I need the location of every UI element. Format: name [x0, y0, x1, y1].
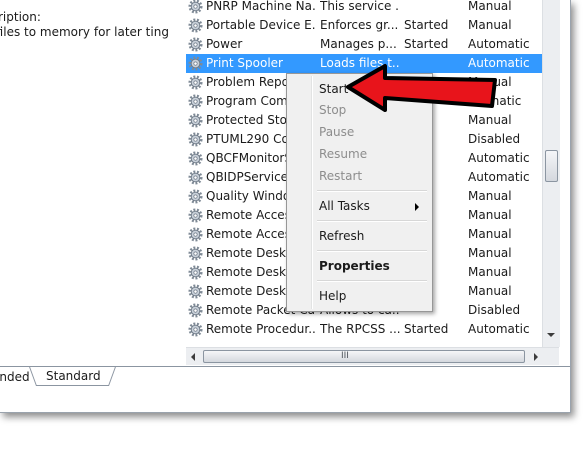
service-description: The RPCSS ...: [320, 322, 400, 336]
service-name: Power: [206, 37, 243, 51]
menu-item-all-tasks[interactable]: All Tasks: [319, 196, 427, 216]
service-startup-type: Manual: [468, 189, 512, 203]
service-startup-type: Manual: [468, 208, 512, 222]
service-row[interactable]: PNRP Machine Na... This service ... Manual: [186, 0, 542, 16]
services-window: ription: ds files to memory for later ti…: [0, 0, 571, 413]
service-startup-type: Automatic: [468, 322, 530, 336]
service-name: Remote Procedur...: [206, 322, 316, 336]
service-status: Started: [404, 18, 449, 32]
service-startup-type: Automatic: [468, 151, 530, 165]
service-startup-type: Disabled: [468, 303, 521, 317]
gear-icon: [188, 37, 203, 52]
menu-item-stop: Stop: [319, 103, 347, 117]
service-startup-type: Manual: [468, 246, 512, 260]
scroll-right-arrow-icon[interactable]: [534, 353, 538, 361]
context-menu: Start Stop Pause Resume Restart All Task…: [286, 73, 433, 312]
menu-item-refresh[interactable]: Refresh: [319, 226, 427, 246]
scroll-down-arrow-icon[interactable]: [547, 333, 555, 337]
view-tabs: ended Standard: [0, 366, 570, 412]
scrollbar-grip: III: [341, 351, 349, 361]
vertical-scrollbar[interactable]: [542, 0, 560, 347]
tab-standard[interactable]: Standard: [36, 367, 109, 386]
gear-icon: [188, 56, 203, 71]
service-startup-type: Disabled: [468, 132, 521, 146]
menu-item-resume: Resume: [319, 147, 368, 161]
service-row[interactable]: Portable Device E... Enforces gr... Starte…: [186, 16, 542, 35]
service-row[interactable]: Remote Procedur... The RPCSS ... Started Au…: [186, 320, 542, 339]
horizontal-scrollbar[interactable]: III: [186, 347, 559, 365]
gear-icon: [188, 208, 203, 223]
service-name: PNRP Machine Na...: [206, 0, 316, 13]
menu-item-pause: Pause: [319, 125, 355, 139]
menu-separator: [317, 220, 427, 222]
menu-item-restart: Restart: [319, 169, 363, 183]
gear-icon: [188, 113, 203, 128]
service-startup-type: Manual: [468, 265, 512, 279]
menu-separator: [317, 280, 427, 282]
scroll-left-arrow-icon[interactable]: [191, 353, 195, 361]
service-startup-type: Automatic: [468, 170, 530, 184]
menu-item-start[interactable]: Start: [319, 79, 427, 99]
menu-icon-gutter: [311, 76, 313, 309]
description-heading: ription:: [0, 10, 41, 24]
gear-icon: [188, 322, 203, 337]
service-description: Manages p...: [320, 37, 397, 51]
gear-icon: [188, 94, 203, 109]
service-startup-type: Automatic: [468, 56, 530, 70]
description-pane: ription: ds files to memory for later ti…: [0, 0, 183, 365]
service-description: Enforces gr...: [320, 18, 399, 32]
service-status: Started: [404, 37, 449, 51]
service-name: Portable Device E...: [206, 18, 316, 32]
description-text: ds files to memory for later ting: [0, 25, 169, 39]
menu-item-help[interactable]: Help: [319, 286, 427, 306]
service-description: Loads files t...: [320, 56, 400, 70]
service-startup-type: utomatic: [468, 94, 522, 108]
gear-icon: [188, 0, 203, 14]
gear-icon: [188, 132, 203, 147]
menu-separator: [317, 190, 427, 192]
gear-icon: [188, 18, 203, 33]
gear-icon: [188, 303, 203, 318]
gear-icon: [188, 75, 203, 90]
gear-icon: [188, 170, 203, 185]
chevron-right-icon: [415, 203, 419, 211]
gear-icon: [188, 227, 203, 242]
service-startup-type: Manual: [468, 0, 512, 13]
gear-icon: [188, 246, 203, 261]
gear-icon: [188, 151, 203, 166]
horizontal-scrollbar-thumb[interactable]: III: [203, 350, 525, 363]
service-row[interactable]: Power Manages p... Started Automatic: [186, 35, 542, 54]
vertical-scrollbar-thumb[interactable]: [545, 150, 558, 182]
gear-icon: [188, 284, 203, 299]
service-startup-type: Manual: [468, 227, 512, 241]
gear-icon: [188, 265, 203, 280]
service-startup-type: Manual: [468, 75, 512, 89]
service-startup-type: Manual: [468, 18, 512, 32]
service-status: Started: [404, 322, 449, 336]
gear-icon: [188, 189, 203, 204]
menu-separator: [317, 250, 427, 252]
service-startup-type: Automatic: [468, 37, 530, 51]
service-startup-type: Manual: [468, 113, 512, 127]
menu-item-properties[interactable]: Properties: [319, 256, 427, 276]
service-row[interactable]: Print Spooler Loads files t... Automatic: [186, 54, 542, 73]
service-startup-type: Manual: [468, 284, 512, 298]
service-name: Print Spooler: [206, 56, 283, 70]
service-description: This service ...: [320, 0, 400, 13]
